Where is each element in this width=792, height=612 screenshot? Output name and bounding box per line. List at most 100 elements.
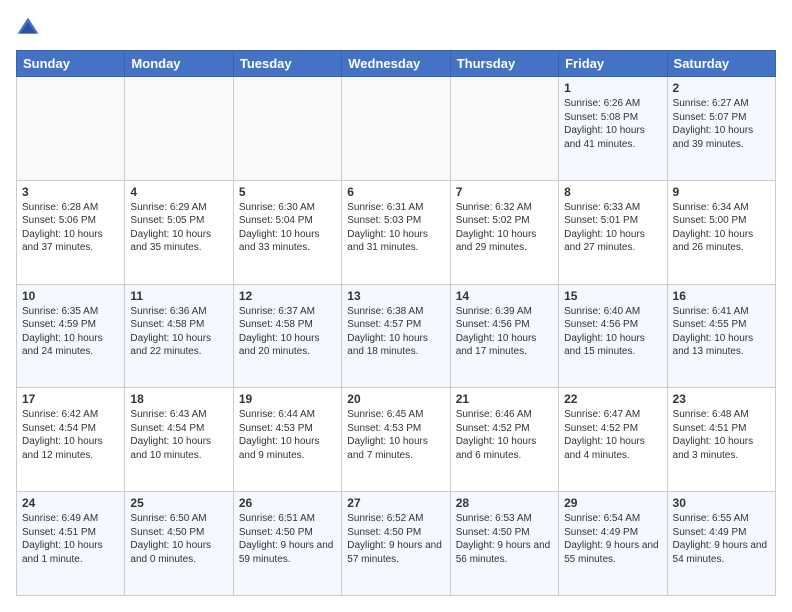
day-number: 9 xyxy=(673,185,770,199)
day-number: 20 xyxy=(347,392,444,406)
day-number: 24 xyxy=(22,496,119,510)
day-number: 30 xyxy=(673,496,770,510)
calendar-cell: 2Sunrise: 6:27 AM Sunset: 5:07 PM Daylig… xyxy=(667,77,775,181)
calendar-week-row: 10Sunrise: 6:35 AM Sunset: 4:59 PM Dayli… xyxy=(17,284,776,388)
calendar-cell: 5 Sunrise: 6:30 AM Sunset: 5:04 PM Daylig… xyxy=(233,180,341,284)
weekday-header-thursday: Thursday xyxy=(450,51,558,77)
calendar-table: SundayMondayTuesdayWednesdayThursdayFrid… xyxy=(16,50,776,596)
day-info: Sunrise: 6:54 AM Sunset: 4:49 PM Dayligh… xyxy=(564,512,661,566)
day-info: Sunrise: 6:35 AM Sunset: 4:59 PM Dayligh… xyxy=(22,305,119,359)
day-info: Sunrise: 6:30 AM Sunset: 5:04 PM Dayligh… xyxy=(239,201,336,255)
day-number: 11 xyxy=(130,289,227,303)
weekday-header-saturday: Saturday xyxy=(667,51,775,77)
day-number: 5 xyxy=(239,185,336,199)
day-number: 8 xyxy=(564,185,661,199)
calendar-cell: 25 Sunrise: 6:50 AM Sunset: 4:50 PM Dayli… xyxy=(125,492,233,596)
day-info: Sunrise: 6:52 AM Sunset: 4:50 PM Dayligh… xyxy=(347,512,444,566)
calendar-cell: 17Sunrise: 6:42 AM Sunset: 4:54 PM Dayli… xyxy=(17,388,125,492)
day-number: 22 xyxy=(564,392,661,406)
calendar-cell: 21Sunrise: 6:46 AM Sunset: 4:52 PM Dayli… xyxy=(450,388,558,492)
weekday-header-monday: Monday xyxy=(125,51,233,77)
day-info: Sunrise: 6:50 AM Sunset: 4:50 PM Dayligh… xyxy=(130,512,227,566)
calendar-cell: 6 Sunrise: 6:31 AM Sunset: 5:03 PM Daylig… xyxy=(342,180,450,284)
day-number: 13 xyxy=(347,289,444,303)
calendar-cell: 27 Sunrise: 6:52 AM Sunset: 4:50 PM Dayli… xyxy=(342,492,450,596)
day-number: 18 xyxy=(130,392,227,406)
day-number: 28 xyxy=(456,496,553,510)
calendar-cell: 26 Sunrise: 6:51 AM Sunset: 4:50 PM Dayli… xyxy=(233,492,341,596)
header xyxy=(16,16,776,40)
calendar-cell: 4 Sunrise: 6:29 AM Sunset: 5:05 PM Daylig… xyxy=(125,180,233,284)
day-number: 17 xyxy=(22,392,119,406)
day-info: Sunrise: 6:33 AM Sunset: 5:01 PM Dayligh… xyxy=(564,201,661,255)
day-info: Sunrise: 6:43 AM Sunset: 4:54 PM Dayligh… xyxy=(130,408,227,462)
day-info: Sunrise: 6:29 AM Sunset: 5:05 PM Dayligh… xyxy=(130,201,227,255)
calendar-cell: 16 Sunrise: 6:41 AM Sunset: 4:55 PM Dayli… xyxy=(667,284,775,388)
weekday-header-row: SundayMondayTuesdayWednesdayThursdayFrid… xyxy=(17,51,776,77)
logo xyxy=(16,16,44,40)
weekday-header-wednesday: Wednesday xyxy=(342,51,450,77)
day-info: Sunrise: 6:31 AM Sunset: 5:03 PM Dayligh… xyxy=(347,201,444,255)
weekday-header-tuesday: Tuesday xyxy=(233,51,341,77)
day-number: 27 xyxy=(347,496,444,510)
day-number: 15 xyxy=(564,289,661,303)
calendar-cell: 15 Sunrise: 6:40 AM Sunset: 4:56 PM Dayli… xyxy=(559,284,667,388)
day-number: 23 xyxy=(673,392,770,406)
calendar-cell xyxy=(233,77,341,181)
weekday-header-sunday: Sunday xyxy=(17,51,125,77)
calendar-cell: 20 Sunrise: 6:45 AM Sunset: 4:53 PM Dayli… xyxy=(342,388,450,492)
day-number: 4 xyxy=(130,185,227,199)
day-info: Sunrise: 6:40 AM Sunset: 4:56 PM Dayligh… xyxy=(564,305,661,359)
calendar-cell xyxy=(450,77,558,181)
calendar-cell xyxy=(125,77,233,181)
day-info: Sunrise: 6:45 AM Sunset: 4:53 PM Dayligh… xyxy=(347,408,444,462)
day-info: Sunrise: 6:51 AM Sunset: 4:50 PM Dayligh… xyxy=(239,512,336,566)
day-number: 14 xyxy=(456,289,553,303)
day-number: 25 xyxy=(130,496,227,510)
calendar-week-row: 3Sunrise: 6:28 AM Sunset: 5:06 PM Daylig… xyxy=(17,180,776,284)
day-info: Sunrise: 6:53 AM Sunset: 4:50 PM Dayligh… xyxy=(456,512,553,566)
calendar-cell: 13Sunrise: 6:38 AM Sunset: 4:57 PM Dayli… xyxy=(342,284,450,388)
calendar-cell: 22 Sunrise: 6:47 AM Sunset: 4:52 PM Dayli… xyxy=(559,388,667,492)
calendar-cell: 12 Sunrise: 6:37 AM Sunset: 4:58 PM Dayli… xyxy=(233,284,341,388)
day-number: 16 xyxy=(673,289,770,303)
day-info: Sunrise: 6:39 AM Sunset: 4:56 PM Dayligh… xyxy=(456,305,553,359)
calendar-cell: 28 Sunrise: 6:53 AM Sunset: 4:50 PM Dayli… xyxy=(450,492,558,596)
weekday-header-friday: Friday xyxy=(559,51,667,77)
calendar-week-row: 1 Sunrise: 6:26 AM Sunset: 5:08 PM Daylig… xyxy=(17,77,776,181)
day-info: Sunrise: 6:34 AM Sunset: 5:00 PM Dayligh… xyxy=(673,201,770,255)
day-info: Sunrise: 6:37 AM Sunset: 4:58 PM Dayligh… xyxy=(239,305,336,359)
calendar-cell: 23 Sunrise: 6:48 AM Sunset: 4:51 PM Dayli… xyxy=(667,388,775,492)
day-number: 12 xyxy=(239,289,336,303)
logo-icon xyxy=(16,16,40,40)
day-number: 19 xyxy=(239,392,336,406)
calendar-cell: 1 Sunrise: 6:26 AM Sunset: 5:08 PM Daylig… xyxy=(559,77,667,181)
calendar-cell: 7Sunrise: 6:32 AM Sunset: 5:02 PM Daylig… xyxy=(450,180,558,284)
day-info: Sunrise: 6:44 AM Sunset: 4:53 PM Dayligh… xyxy=(239,408,336,462)
calendar-cell: 14 Sunrise: 6:39 AM Sunset: 4:56 PM Dayli… xyxy=(450,284,558,388)
day-number: 26 xyxy=(239,496,336,510)
calendar-cell xyxy=(342,77,450,181)
day-info: Sunrise: 6:36 AM Sunset: 4:58 PM Dayligh… xyxy=(130,305,227,359)
day-info: Sunrise: 6:49 AM Sunset: 4:51 PM Dayligh… xyxy=(22,512,119,566)
day-info: Sunrise: 6:26 AM Sunset: 5:08 PM Dayligh… xyxy=(564,97,661,151)
calendar-cell: 11 Sunrise: 6:36 AM Sunset: 4:58 PM Dayli… xyxy=(125,284,233,388)
page: SundayMondayTuesdayWednesdayThursdayFrid… xyxy=(0,0,792,612)
calendar-cell xyxy=(17,77,125,181)
calendar-cell: 9 Sunrise: 6:34 AM Sunset: 5:00 PM Daylig… xyxy=(667,180,775,284)
calendar-cell: 19 Sunrise: 6:44 AM Sunset: 4:53 PM Dayli… xyxy=(233,388,341,492)
calendar-cell: 30 Sunrise: 6:55 AM Sunset: 4:49 PM Dayli… xyxy=(667,492,775,596)
calendar-cell: 24 Sunrise: 6:49 AM Sunset: 4:51 PM Dayli… xyxy=(17,492,125,596)
day-info: Sunrise: 6:55 AM Sunset: 4:49 PM Dayligh… xyxy=(673,512,770,566)
calendar-cell: 29Sunrise: 6:54 AM Sunset: 4:49 PM Dayli… xyxy=(559,492,667,596)
day-info: Sunrise: 6:48 AM Sunset: 4:51 PM Dayligh… xyxy=(673,408,770,462)
day-number: 21 xyxy=(456,392,553,406)
calendar-cell: 10Sunrise: 6:35 AM Sunset: 4:59 PM Dayli… xyxy=(17,284,125,388)
day-info: Sunrise: 6:27 AM Sunset: 5:07 PM Dayligh… xyxy=(673,97,770,151)
day-info: Sunrise: 6:41 AM Sunset: 4:55 PM Dayligh… xyxy=(673,305,770,359)
day-number: 6 xyxy=(347,185,444,199)
calendar-week-row: 17Sunrise: 6:42 AM Sunset: 4:54 PM Dayli… xyxy=(17,388,776,492)
day-info: Sunrise: 6:47 AM Sunset: 4:52 PM Dayligh… xyxy=(564,408,661,462)
day-number: 1 xyxy=(564,81,661,95)
day-info: Sunrise: 6:32 AM Sunset: 5:02 PM Dayligh… xyxy=(456,201,553,255)
